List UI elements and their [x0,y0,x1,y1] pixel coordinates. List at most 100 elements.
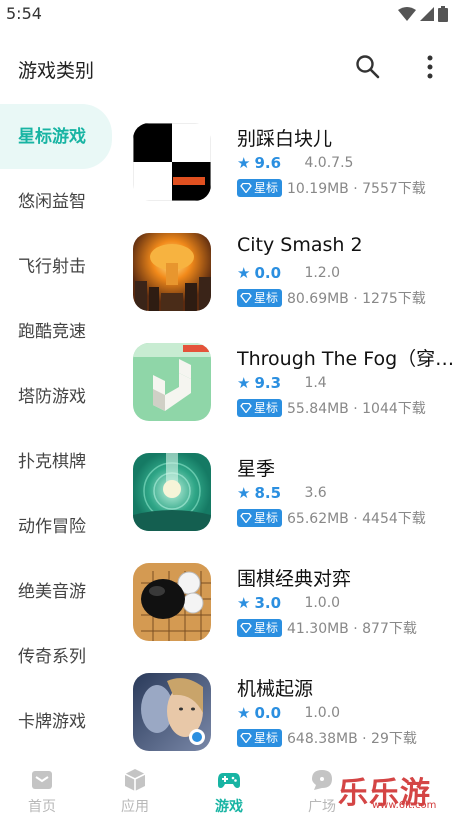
nav-label: 首页 [28,799,56,815]
badge-label: 星标 [254,291,279,305]
category-sidebar: 星标游戏 悠闲益智 飞行射击 跑酷竞速 塔防游戏 扑克棋牌 动作冒险 绝美音游 … [0,104,118,754]
game-version: 1.4 [304,375,327,391]
game-downloads: 7557下载 [362,181,426,197]
star-icon: ★ [237,154,251,172]
game-score: 0.0 [254,704,282,722]
sidebar-item-tower-defense[interactable]: 塔防游戏 [0,364,118,429]
sidebar-item-label: 卡牌游戏 [18,712,86,732]
game-downloads: 1275下载 [362,291,426,307]
game-size: 55.84MB [287,401,349,417]
gamepad-icon [218,773,240,788]
sidebar-item-flight-shooter[interactable]: 飞行射击 [0,234,118,299]
game-version: 1.2.0 [304,265,341,281]
star-season-icon [133,453,211,531]
game-size: 648.38MB [287,731,358,747]
star-icon: ★ [237,374,251,392]
signal-icon [420,7,434,21]
sidebar-item-label: 扑克棋牌 [18,452,86,472]
game-list-item[interactable]: 星季 ★ 8.5 3.6 星标 65.62MB · 4454下载 [118,444,458,554]
diamond-icon [240,403,252,413]
game-info: 648.38MB · 29下载 [287,728,417,748]
game-name: City Smash 2 [237,234,363,256]
piano-tiles-icon [133,123,211,201]
game-name: 星季 [237,458,276,480]
sidebar-item-starred[interactable]: 星标游戏 [0,104,112,169]
home-icon [32,771,52,789]
sidebar-item-label: 跑酷竞速 [18,322,86,342]
game-size: 80.69MB [287,291,349,307]
starred-badge: 星标 [237,619,283,637]
game-meta: 星标 65.62MB · 4454下载 [237,508,426,528]
game-version: 1.0.0 [304,705,341,721]
game-score: 0.0 [254,264,282,282]
info-separator: · [348,511,363,527]
game-score: 8.5 [254,484,282,502]
mech-origin-icon [133,673,211,751]
game-size: 65.62MB [287,511,349,527]
go-board-icon [133,563,211,641]
game-rating: ★ 0.0 1.2.0 [237,264,340,282]
nav-games[interactable]: 游戏 [199,768,259,816]
game-list-item[interactable]: City Smash 2 ★ 0.0 1.2.0 星标 80.69MB · 12… [118,224,458,334]
nav-apps[interactable]: 应用 [105,768,165,816]
starred-badge: 星标 [237,179,283,197]
game-name: 别踩白块儿 [237,128,333,150]
sidebar-item-legend[interactable]: 传奇系列 [0,624,118,689]
game-meta: 星标 80.69MB · 1275下载 [237,288,426,308]
game-rating: ★ 0.0 1.0.0 [237,704,340,722]
game-size: 41.30MB [287,621,349,637]
app-bar: 游戏类别 [0,42,458,92]
info-separator: · [357,731,372,747]
sidebar-item-action-adventure[interactable]: 动作冒险 [0,494,118,559]
city-smash-icon [133,233,211,311]
sidebar-item-label: 悠闲益智 [18,192,86,212]
game-list-item[interactable]: 别踩白块儿 ★ 9.6 4.0.7.5 星标 10.19MB · 7557下载 [118,114,458,224]
diamond-icon [240,513,252,523]
game-info: 80.69MB · 1275下载 [287,288,426,308]
game-rating: ★ 9.3 1.4 [237,374,327,392]
diamond-icon [240,183,252,193]
game-score: 9.6 [254,154,282,172]
watermark-logo: 乐乐游戏 [338,776,431,811]
sidebar-item-music[interactable]: 绝美音游 [0,559,118,624]
star-icon: ★ [237,484,251,502]
starred-badge: 星标 [237,509,283,527]
info-separator: · [348,621,363,637]
game-meta: 星标 10.19MB · 7557下载 [237,178,426,198]
game-downloads: 29下载 [371,731,417,747]
sidebar-item-label: 绝美音游 [18,582,86,602]
game-list-item[interactable]: 机械起源 ★ 0.0 1.0.0 星标 648.38MB · 29下载 [118,664,458,774]
badge-label: 星标 [254,731,279,745]
sidebar-item-label: 动作冒险 [18,517,86,537]
battery-icon [438,6,448,22]
sidebar-item-racing[interactable]: 跑酷竞速 [0,299,118,364]
status-icons [398,6,448,22]
game-score: 3.0 [254,594,282,612]
nav-home[interactable]: 首页 [12,768,72,816]
game-list-item[interactable]: 围棋经典对弈 ★ 3.0 1.0.0 星标 41.30MB · 877下载 [118,554,458,664]
sidebar-item-label: 传奇系列 [18,647,86,667]
game-list-item[interactable]: Through The Fog（穿… ★ 9.3 1.4 星标 55.84MB … [118,334,458,444]
diamond-icon [240,623,252,633]
nav-label: 游戏 [215,799,243,815]
status-bar: 5:54 [0,0,458,28]
game-size: 10.19MB [287,181,349,197]
starred-badge: 星标 [237,289,283,307]
sidebar-item-card-games[interactable]: 卡牌游戏 [0,689,118,754]
sidebar-item-label: 飞行射击 [18,257,86,277]
more-options-icon[interactable] [420,54,440,80]
sidebar-item-label: 星标游戏 [18,127,86,147]
badge-label: 星标 [254,621,279,635]
info-separator: · [348,401,363,417]
game-info: 41.30MB · 877下载 [287,618,417,638]
game-score: 9.3 [254,374,282,392]
through-the-fog-icon [133,343,211,421]
starred-badge: 星标 [237,399,283,417]
star-icon: ★ [237,704,251,722]
diamond-icon [240,733,252,743]
sidebar-item-casual-puzzle[interactable]: 悠闲益智 [0,169,118,234]
game-list: 别踩白块儿 ★ 9.6 4.0.7.5 星标 10.19MB · 7557下载 [118,114,458,774]
search-icon[interactable] [355,54,381,80]
game-meta: 星标 41.30MB · 877下载 [237,618,417,638]
sidebar-item-card-board[interactable]: 扑克棋牌 [0,429,118,494]
